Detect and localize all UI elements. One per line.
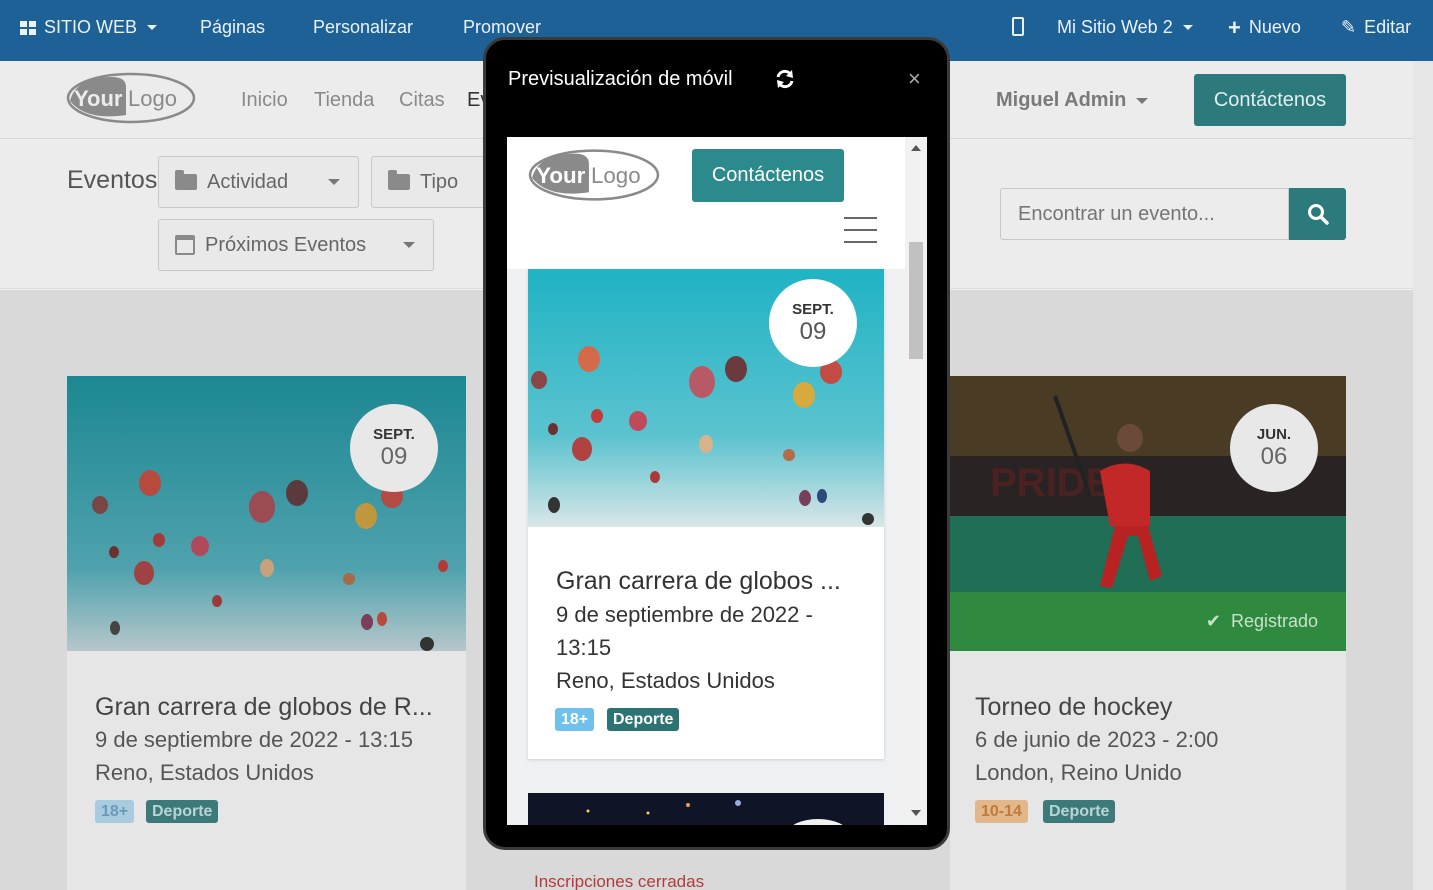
age-badge: 18+ [95, 800, 135, 823]
svg-text:Logo: Logo [128, 86, 177, 111]
event-date-badge: JUN. 06 [1230, 404, 1318, 492]
event-day: 06 [1260, 442, 1288, 470]
search-icon [1307, 204, 1329, 225]
registered-label: Registrado [1230, 611, 1318, 631]
mobile-preview-modal: Previsualización de móvil × Your Logo Co… [483, 37, 950, 850]
folder-icon [388, 170, 410, 190]
mobile-header: Your Logo Contáctenos [507, 137, 905, 269]
calendar-icon [175, 235, 195, 255]
event-month: SEPT. [792, 300, 834, 318]
event-location: Reno, Estados Unidos [556, 668, 775, 693]
upcoming-label: Próximos Eventos [205, 233, 367, 256]
event-card[interactable]: SEPT. 09 Gran carrera de globos de R... … [67, 376, 466, 890]
event-day: 09 [380, 442, 408, 470]
chevron-down-icon [403, 242, 415, 248]
event-month: SEPT. [373, 425, 415, 443]
scrollbar-thumb[interactable] [909, 242, 923, 359]
page-title: Eventos [67, 166, 158, 194]
scroll-down-arrow-icon[interactable] [911, 810, 921, 816]
user-name: Miguel Admin [996, 89, 1127, 111]
mobile-phone-icon [1012, 17, 1024, 36]
edit-label: Editar [1364, 17, 1412, 37]
event-datetime: 9 de septiembre de 2022 - 13:15 [95, 727, 414, 752]
type-dropdown[interactable]: Tipo [371, 156, 491, 208]
event-search [1000, 188, 1346, 240]
event-title[interactable]: Torneo de hockey [975, 693, 1172, 722]
scroll-up-arrow-icon[interactable] [911, 145, 921, 151]
type-label: Tipo [420, 170, 459, 193]
new-label: Nuevo [1248, 17, 1301, 37]
event-image-night [528, 793, 884, 825]
category-badge: Deporte [607, 708, 680, 731]
event-card[interactable] [528, 793, 884, 825]
svg-text:Your: Your [74, 86, 123, 111]
search-button[interactable] [1289, 188, 1346, 240]
site-logo[interactable]: Your Logo [66, 71, 196, 125]
event-title[interactable]: Gran carrera de globos de R... [95, 693, 433, 722]
hamburger-menu-icon[interactable] [844, 217, 877, 243]
contact-button[interactable]: Contáctenos [1194, 74, 1346, 126]
new-button[interactable]: + Nuevo [1228, 14, 1301, 40]
svg-text:Your: Your [536, 163, 586, 188]
event-day: 09 [799, 317, 827, 345]
event-datetime-line2: 13:15 [556, 635, 612, 660]
close-icon[interactable]: × [908, 66, 921, 92]
pages-menu[interactable]: Páginas [200, 17, 265, 38]
plus-icon: + [1228, 14, 1241, 40]
website-name: Mi Sitio Web 2 [1057, 17, 1173, 37]
folder-icon [175, 170, 197, 190]
chevron-down-icon [147, 25, 158, 30]
refresh-icon[interactable] [774, 68, 796, 90]
site-menu[interactable]: SITIO WEB [20, 17, 158, 38]
registered-status: ✔ Registrado [950, 592, 1346, 651]
menu-shop[interactable]: Tienda [314, 89, 374, 112]
age-badge: 10-14 [975, 800, 1028, 823]
svg-text:PRIDE: PRIDE [990, 461, 1112, 505]
event-datetime: 6 de junio de 2023 - 2:00 [975, 727, 1219, 752]
event-location: London, Reino Unido [975, 760, 1182, 785]
site-menu-label: SITIO WEB [44, 17, 138, 37]
chevron-down-icon [1182, 25, 1193, 30]
customize-menu[interactable]: Personalizar [313, 17, 413, 38]
site-logo[interactable]: Your Logo [528, 147, 660, 203]
edit-button[interactable]: ✎ Editar [1341, 17, 1411, 38]
category-badge: Deporte [1043, 800, 1116, 823]
user-menu[interactable]: Miguel Admin [996, 89, 1149, 112]
event-date-badge: SEPT. 09 [350, 404, 438, 492]
svg-text:Logo: Logo [591, 163, 641, 188]
website-switcher[interactable]: Mi Sitio Web 2 [1057, 17, 1193, 38]
event-datetime-line1: 9 de septiembre de 2022 - [556, 602, 813, 627]
age-badge: 18+ [555, 708, 595, 731]
event-title[interactable]: Gran carrera de globos ... [556, 567, 841, 596]
menu-home[interactable]: Inicio [241, 89, 288, 112]
upcoming-events-dropdown[interactable]: Próximos Eventos [158, 219, 434, 271]
apps-grid-icon [20, 20, 36, 35]
category-badge: Deporte [146, 800, 219, 823]
activity-label: Actividad [207, 170, 289, 193]
modal-title: Previsualización de móvil [508, 68, 733, 90]
activity-dropdown[interactable]: Actividad [158, 156, 359, 208]
promote-menu[interactable]: Promover [463, 17, 541, 38]
event-location: Reno, Estados Unidos [95, 760, 314, 785]
mobile-scrollbar[interactable] [905, 137, 927, 825]
event-month: JUN. [1256, 425, 1292, 443]
chevron-down-icon [1136, 97, 1149, 104]
check-icon: ✔ [1205, 611, 1221, 631]
chevron-down-icon [328, 179, 340, 185]
page-scrollbar[interactable] [1413, 61, 1433, 890]
pencil-icon: ✎ [1341, 17, 1357, 37]
event-date-badge: SEPT. 09 [769, 279, 857, 367]
menu-appointments[interactable]: Citas [399, 89, 445, 112]
event-card[interactable]: SEPT. 09 Gran carrera de globos ... 9 de… [528, 269, 884, 759]
contact-button[interactable]: Contáctenos [692, 149, 844, 202]
registrations-closed-label: Inscripciones cerradas [534, 872, 705, 890]
mobile-screen: Your Logo Contáctenos SEPT. 09 Gran carr… [507, 137, 927, 825]
event-search-input[interactable] [1000, 188, 1289, 240]
mobile-preview-button[interactable] [1012, 17, 1024, 36]
